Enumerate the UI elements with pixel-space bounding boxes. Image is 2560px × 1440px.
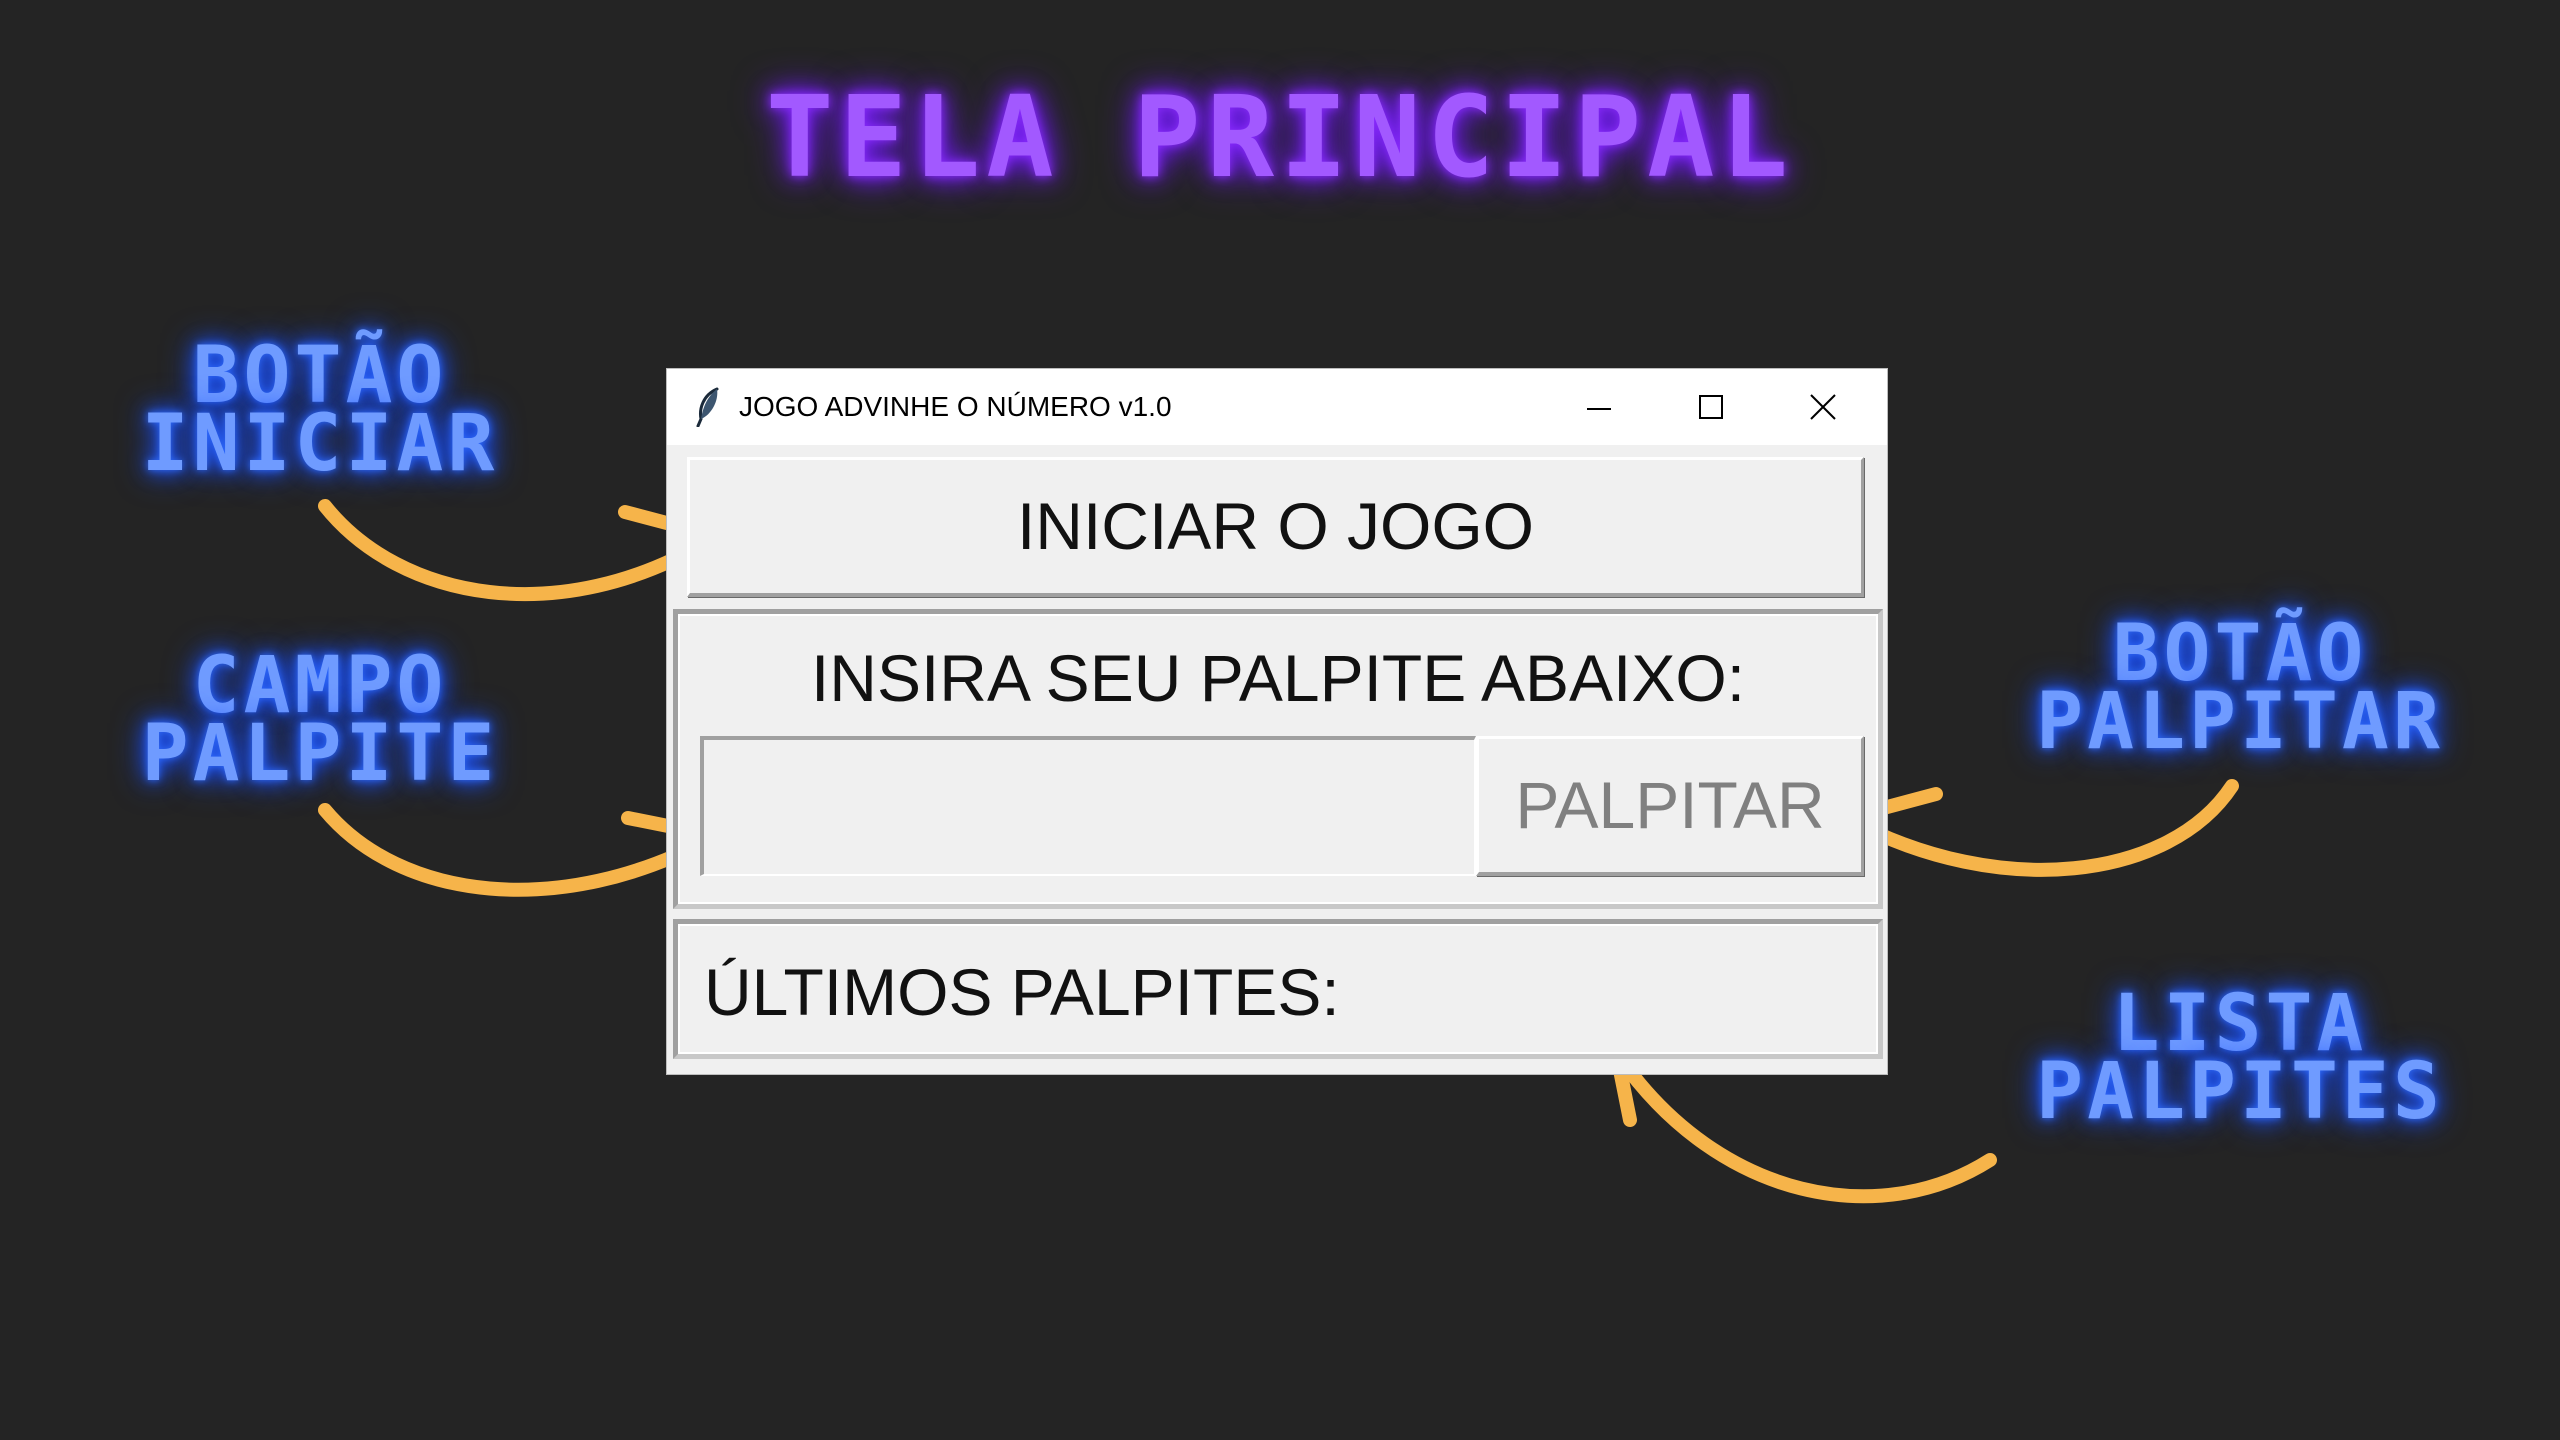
window-title: JOGO ADVINHE O NÚMERO v1.0: [739, 391, 1172, 422]
guess-history-label: ÚLTIMOS PALPITES:: [704, 955, 1340, 1029]
annotation-line: PALPITAR: [2036, 677, 2444, 767]
arrow-guess-button: [1843, 779, 2239, 877]
maximize-icon: [1699, 395, 1723, 419]
app-window: JOGO ADVINHE O NÚMERO v1.0 INICIAR O JOG…: [666, 368, 1888, 1075]
guess-frame: INSIRA SEU PALPITE ABAIXO: PALPITAR: [673, 609, 1883, 909]
window-titlebar[interactable]: JOGO ADVINHE O NÚMERO v1.0: [667, 369, 1887, 445]
annotation-line: PALPITES: [2036, 1047, 2444, 1137]
maximize-button[interactable]: [1655, 369, 1767, 445]
annotation-guess-field: CAMPO PALPITE: [60, 647, 580, 799]
minimize-button[interactable]: [1543, 369, 1655, 445]
close-icon: [1810, 394, 1836, 420]
guess-history-frame: ÚLTIMOS PALPITES:: [673, 919, 1883, 1059]
arrow-guess-list: [1613, 1051, 1997, 1204]
start-game-button[interactable]: INICIAR O JOGO: [687, 457, 1864, 597]
annotation-guess-button: BOTÃO PALPITAR: [1960, 615, 2520, 767]
close-button[interactable]: [1767, 369, 1879, 445]
guess-input[interactable]: [700, 736, 1476, 876]
guess-button[interactable]: PALPITAR: [1476, 736, 1864, 876]
annotation-start-button: BOTÃO INICIAR: [60, 337, 580, 489]
guess-prompt-label: INSIRA SEU PALPITE ABAIXO:: [810, 641, 1746, 715]
minimize-icon: [1587, 408, 1611, 410]
annotation-line: PALPITE: [141, 709, 499, 799]
annotation-guess-list: LISTA PALPITES: [1960, 985, 2520, 1137]
feather-icon: [696, 387, 719, 427]
annotation-line: INICIAR: [141, 399, 499, 489]
arrow-guess-field: [318, 803, 719, 897]
arrow-start-button: [318, 499, 717, 602]
page-title: TELA PRINCIPAL: [765, 73, 1794, 203]
